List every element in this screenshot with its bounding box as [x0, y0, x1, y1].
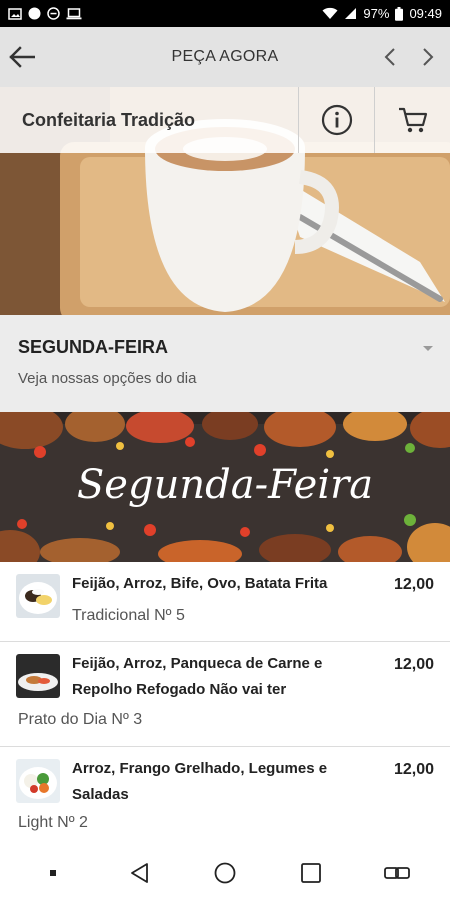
nav-dot-button[interactable] [33, 853, 73, 893]
arrow-left-icon [9, 46, 35, 68]
clock: 09:49 [409, 6, 442, 21]
chevron-left-icon [384, 48, 395, 66]
battery-percent: 97% [363, 6, 390, 21]
image-icon [8, 7, 22, 20]
nav-recents-button[interactable] [291, 853, 331, 893]
menu-item[interactable]: Feijão, Arroz, Panqueca de Carne e Repol… [0, 642, 450, 747]
cart-icon [398, 107, 427, 133]
status-bar: 97% 09:49 [0, 0, 450, 27]
item-name: Feijão, Arroz, Panqueca de Carne e Repol… [72, 655, 323, 698]
store-bar: Confeitaria Tradição [0, 87, 450, 153]
store-hero: Confeitaria Tradição [0, 87, 450, 315]
menu-day-header[interactable]: SEGUNDA-FEIRA Veja nossas opções do dia [0, 315, 450, 412]
back-button[interactable] [0, 27, 44, 87]
next-button[interactable] [412, 37, 444, 77]
item-name: Arroz, Frango Grelhado, Legumes e Salada… [72, 760, 328, 803]
app-bar: PEÇA AGORA [0, 27, 450, 87]
menu-item-list: Feijão, Arroz, Bife, Ovo, Batata Frita 1… [0, 562, 450, 847]
info-button[interactable] [298, 87, 374, 153]
pager-arrows [374, 27, 444, 87]
banner-text: Segunda-Feira [76, 462, 374, 508]
cart-button[interactable] [374, 87, 450, 153]
caret-down-icon [423, 346, 433, 351]
nav-home-button[interactable] [205, 853, 245, 893]
menu-day-subtitle: Veja nossas opções do dia [18, 370, 197, 387]
day-banner: Segunda-Feira [0, 412, 450, 562]
previous-button[interactable] [374, 37, 406, 77]
dot-icon [50, 870, 56, 876]
nav-back-button[interactable] [119, 853, 159, 893]
menu-day-title: SEGUNDA-FEIRA [18, 337, 169, 357]
item-thumbnail [16, 574, 60, 618]
back-triangle-icon [131, 863, 148, 883]
circle-icon [28, 7, 41, 20]
laptop-icon [66, 7, 82, 19]
notification-icons [8, 7, 82, 20]
store-name: Confeitaria Tradição [22, 109, 196, 130]
recents-square-icon [301, 863, 321, 883]
item-price: 12,00 [393, 761, 434, 778]
battery-icon [395, 6, 404, 21]
system-nav-bar [0, 846, 450, 900]
item-code: Light Nº 2 [18, 814, 88, 831]
switch-apps-icon [384, 867, 410, 879]
info-icon [321, 104, 352, 136]
chevron-right-icon [423, 48, 434, 66]
item-thumbnail [16, 759, 60, 803]
do-not-disturb-icon [47, 7, 60, 20]
menu-item[interactable]: Arroz, Frango Grelhado, Legumes e Salada… [0, 747, 450, 847]
item-price: 12,00 [393, 576, 434, 593]
item-name: Feijão, Arroz, Bife, Ovo, Batata Frita [72, 575, 328, 592]
wifi-icon [322, 7, 338, 19]
nav-switch-button[interactable] [377, 853, 417, 893]
item-thumbnail [16, 654, 60, 698]
item-code: Prato do Dia Nº 3 [18, 711, 143, 728]
menu-item[interactable]: Feijão, Arroz, Bife, Ovo, Batata Frita 1… [0, 562, 450, 642]
item-price: 12,00 [393, 656, 434, 673]
system-icons: 97% 09:49 [322, 6, 442, 21]
home-circle-icon [214, 862, 236, 884]
item-code: Tradicional Nº 5 [72, 607, 185, 624]
signal-icon [345, 8, 357, 19]
